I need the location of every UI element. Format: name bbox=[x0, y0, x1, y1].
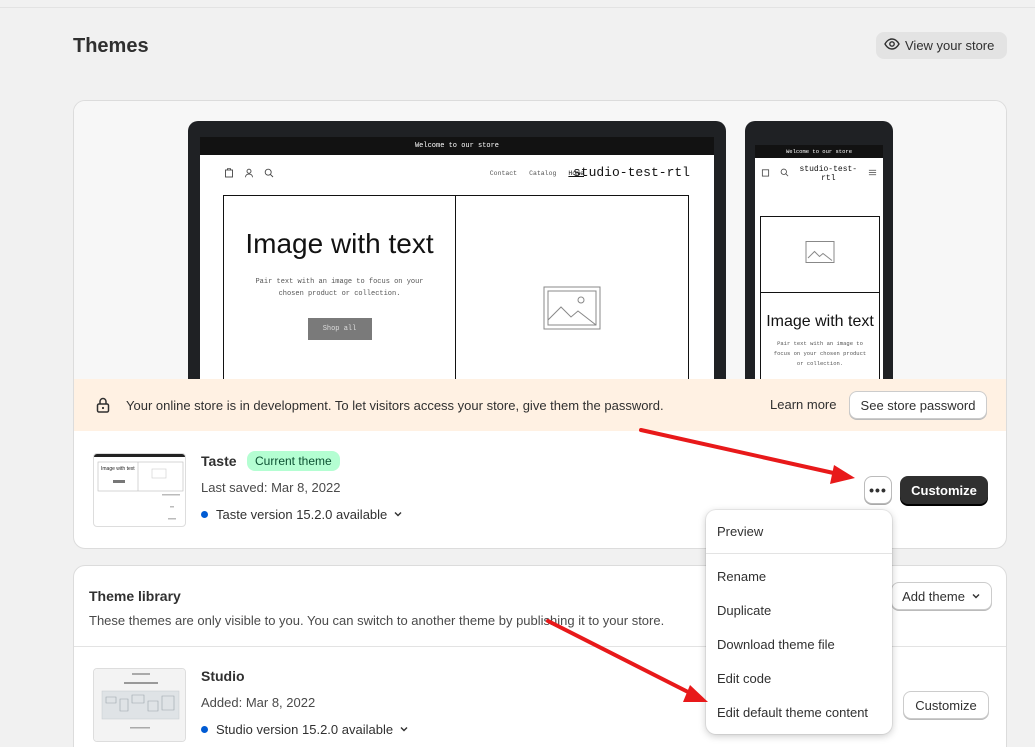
top-divider bbox=[0, 7, 1035, 8]
store-brand: studio-test-rtl bbox=[572, 165, 690, 180]
menu-item-edit-code[interactable]: Edit code bbox=[717, 671, 771, 686]
version-available[interactable]: Taste version 15.2.0 available bbox=[201, 507, 403, 522]
current-theme-badge: Current theme bbox=[247, 451, 340, 471]
phone-image-placeholder bbox=[760, 216, 880, 293]
studio-version-available[interactable]: Studio version 15.2.0 available bbox=[201, 722, 409, 737]
development-banner: Your online store is in development. To … bbox=[74, 379, 1006, 431]
see-store-password-button[interactable]: See store password bbox=[849, 391, 987, 419]
mobile-preview: Welcome to our store studio-test-rtl Ima… bbox=[745, 121, 893, 379]
page-title: Themes bbox=[73, 35, 149, 57]
account-icon bbox=[244, 168, 254, 180]
view-store-label: View your store bbox=[905, 38, 995, 53]
announcement-bar: Welcome to our store bbox=[200, 137, 714, 155]
store-nav: Contact Catalog Home studio-test-rtl bbox=[200, 155, 714, 193]
hero-text: Pair text with an image to focus on your… bbox=[255, 278, 424, 298]
current-theme-name: Taste bbox=[201, 453, 237, 469]
library-description: These themes are only visible to you. Yo… bbox=[89, 613, 665, 628]
studio-theme-name: Studio bbox=[201, 668, 245, 684]
phone-announcement-bar: Welcome to our store bbox=[755, 145, 883, 158]
add-theme-button[interactable]: Add theme bbox=[891, 582, 992, 610]
eye-icon bbox=[884, 36, 900, 55]
menu-item-edit-default-theme-content[interactable]: Edit default theme content bbox=[717, 705, 868, 720]
phone-hero-text: Pair text with an image to focus on your… bbox=[773, 340, 867, 367]
search-icon bbox=[264, 168, 274, 180]
hero-button: Shop all bbox=[307, 318, 372, 340]
theme-actions-menu: Preview Rename Duplicate Download theme … bbox=[706, 510, 892, 734]
phone-image-placeholder-icon bbox=[805, 241, 835, 268]
phone-cart-icon bbox=[761, 168, 770, 180]
add-theme-chevron-icon bbox=[971, 589, 981, 604]
cart-icon bbox=[224, 167, 234, 180]
add-theme-label: Add theme bbox=[902, 588, 965, 604]
phone-store-brand: studio-test-rtl bbox=[799, 165, 858, 183]
current-theme-thumbnail: Image with text bbox=[93, 453, 186, 527]
studio-version-dot bbox=[201, 726, 208, 733]
studio-customize-button[interactable]: Customize bbox=[903, 691, 989, 719]
studio-version-text: Studio version 15.2.0 available bbox=[216, 722, 394, 737]
thumbnail-title: Image with text bbox=[101, 466, 135, 472]
menu-separator bbox=[706, 553, 892, 554]
chevron-down-icon bbox=[393, 507, 403, 522]
nav-link-catalog: Catalog bbox=[529, 170, 557, 177]
image-placeholder-icon bbox=[543, 286, 601, 335]
lock-icon bbox=[96, 397, 112, 413]
phone-hero-title: Image with text bbox=[766, 313, 874, 330]
hero-title: Image with text bbox=[245, 228, 434, 259]
menu-item-download-theme-file[interactable]: Download theme file bbox=[717, 637, 835, 652]
theme-actions-button[interactable]: ••• bbox=[864, 476, 892, 504]
current-theme-card: Welcome to our store Contact Catalog Hom… bbox=[73, 100, 1007, 549]
studio-theme-thumbnail bbox=[93, 668, 186, 742]
library-title: Theme library bbox=[89, 588, 181, 604]
hero-section: Image with text Pair text with an image … bbox=[223, 195, 689, 379]
banner-message: Your online store is in development. To … bbox=[126, 397, 664, 413]
learn-more-link[interactable]: Learn more bbox=[770, 397, 836, 412]
customize-button[interactable]: Customize bbox=[900, 476, 988, 504]
version-text: Taste version 15.2.0 available bbox=[216, 507, 388, 522]
nav-link-contact: Contact bbox=[489, 170, 518, 177]
phone-hero-text-block: Image with text Pair text with an image … bbox=[760, 292, 880, 379]
view-store-button[interactable]: View your store bbox=[876, 32, 1007, 59]
phone-nav: studio-test-rtl bbox=[755, 158, 883, 190]
hamburger-icon bbox=[868, 168, 877, 180]
version-dot bbox=[201, 511, 208, 518]
menu-item-rename[interactable]: Rename bbox=[717, 569, 766, 584]
menu-item-duplicate[interactable]: Duplicate bbox=[717, 603, 771, 618]
desktop-preview: Welcome to our store Contact Catalog Hom… bbox=[188, 121, 726, 379]
phone-search-icon bbox=[780, 168, 789, 180]
studio-added-text: Added: Mar 8, 2022 bbox=[201, 695, 316, 710]
last-saved-text: Last saved: Mar 8, 2022 bbox=[201, 480, 341, 495]
theme-preview[interactable]: Welcome to our store Contact Catalog Hom… bbox=[74, 101, 1006, 379]
menu-item-preview[interactable]: Preview bbox=[717, 524, 763, 539]
studio-chevron-down-icon bbox=[399, 722, 409, 737]
